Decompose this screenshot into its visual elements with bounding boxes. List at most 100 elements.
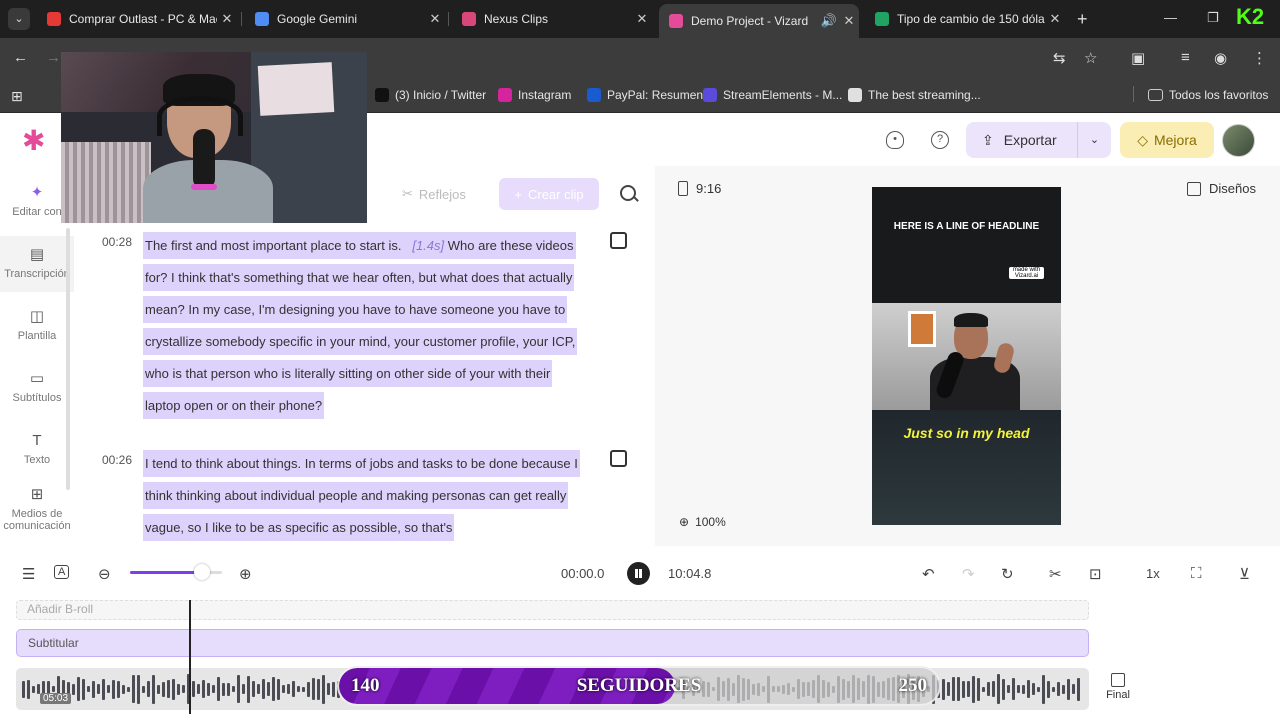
translate-icon[interactable]: ⇆ [1053,49,1066,67]
sidebar-item-subtitles[interactable]: ▭ Subtítulos [0,370,74,414]
playback-speed[interactable]: 1x [1146,566,1160,581]
close-icon[interactable]: ✕ [425,11,445,27]
video-subtitle[interactable]: Just so in my head [872,425,1061,441]
minimize-icon[interactable]: — [1164,10,1177,25]
browser-tab[interactable]: Nexus Clips ✕ [452,4,652,34]
pause-button[interactable] [627,562,650,585]
search-icon[interactable] [620,185,636,201]
sidebar-item-template[interactable]: ◫ Plantilla [0,308,74,352]
video-headline[interactable]: HERE IS A LINE OF HEADLINE [872,221,1061,232]
bookmark-item[interactable]: Instagram [498,88,571,102]
close-icon[interactable]: ✕ [839,13,859,29]
new-tab-button[interactable]: + [1077,9,1088,30]
waveform-bar [247,675,250,703]
waveform-bar [207,682,210,696]
help-icon[interactable]: ? [931,131,949,149]
scissors-icon: ✂ [402,186,413,201]
media-control-icon[interactable]: ≡ [1181,49,1190,66]
template-icon: ◫ [29,308,45,325]
waveform-bar [102,678,105,700]
timeline-zoom-handle[interactable] [193,564,210,580]
extensions-icon[interactable]: ▣ [1131,49,1145,67]
broll-track[interactable]: Añadir B-roll [16,600,1089,620]
close-icon[interactable]: ✕ [217,11,237,27]
all-bookmarks-link[interactable]: Todos los favoritos [1148,88,1268,102]
waveform-bar [942,678,945,700]
reset-icon[interactable]: ↻ [1001,565,1014,583]
apps-grid-icon[interactable]: ⊞ [11,88,23,105]
waveform-bar [1067,678,1070,700]
waveform-bar [257,684,260,694]
browser-tab[interactable]: Demo Project - Vizard 🔊 ✕ [659,4,859,38]
vizard-logo-icon[interactable]: ✱ [22,126,52,156]
final-button[interactable]: Final [1100,673,1136,701]
bookmark-favicon-icon [703,88,717,102]
waveform-bar [1052,686,1055,692]
designs-button[interactable]: Diseños [1187,181,1256,196]
back-arrow-icon[interactable]: ← [13,49,28,66]
subtitle-track[interactable]: Subtitular [16,629,1089,657]
zoom-in-icon[interactable]: ⊕ [239,565,252,583]
waveform-bar [182,685,185,693]
sidebar-item-text[interactable]: T Texto [0,432,74,476]
waveform-bar [172,678,175,700]
forward-arrow-icon[interactable]: → [46,49,61,66]
webcam-poster [257,62,335,116]
tab-audio-icon[interactable]: 🔊 [819,13,839,29]
waveform-bar [107,685,110,693]
user-avatar[interactable] [1222,124,1255,157]
chevron-down-icon[interactable]: ⌄ [1077,122,1111,158]
profile-icon[interactable]: ◉ [1214,49,1227,67]
undo-icon[interactable]: ↶ [922,565,935,583]
waveform-bar [192,681,195,697]
restore-icon[interactable]: ❐ [1207,10,1219,26]
browser-tab[interactable]: Comprar Outlast - PC & Mac ✕ [37,4,237,34]
transcript-segment[interactable]: I tend to think about things. In terms o… [143,448,588,544]
bookmark-item[interactable]: (3) Inicio / Twitter [375,88,486,102]
video-preview[interactable]: HERE IS A LINE OF HEADLINE made with Viz… [872,187,1061,525]
redo-icon[interactable]: ↷ [962,565,975,583]
sidebar-item-transcript[interactable]: ▤ Transcripción [0,236,74,292]
zoom-out-icon[interactable]: ⊖ [98,565,111,583]
microphone-light [191,184,217,190]
segment-checkbox[interactable] [610,232,627,249]
auto-caption-icon[interactable]: A [54,565,70,579]
subtitles-icon: ▭ [29,370,45,387]
align-icon[interactable]: ☰ [22,565,35,583]
fullscreen-icon[interactable]: ⛶ [1191,565,1202,582]
create-clip-button[interactable]: + Crear clip [499,178,599,210]
highlights-button[interactable]: ✂ Reflejos [390,182,486,206]
bookmark-item[interactable]: The best streaming... [848,88,981,102]
waveform-bar [982,686,985,692]
reframe-icon[interactable]: ⊡ [1089,565,1102,583]
speaker-hair [954,313,988,327]
upgrade-button[interactable]: ◇ Mejora [1120,122,1214,158]
sidebar-item-media[interactable]: ⊞ Medios de comunicación [0,486,74,542]
close-icon[interactable]: ✕ [632,11,652,27]
waveform-bar [957,677,960,701]
tab-search-button[interactable]: ⌄ [8,8,30,30]
waveform-bar [1032,683,1035,695]
tab-title: Comprar Outlast - PC & Mac [69,12,217,26]
playhead[interactable] [189,600,191,714]
sidebar-scrollbar[interactable] [66,228,70,490]
tab-separator [448,12,449,26]
bookmark-item[interactable]: PayPal: Resumen [587,88,703,102]
segment-checkbox[interactable] [610,450,627,467]
browser-tab[interactable]: Google Gemini ✕ [245,4,445,34]
bookmark-item[interactable]: StreamElements - M... [703,88,842,102]
transcript-segment[interactable]: The first and most important place to st… [143,230,588,422]
tab-favicon-icon [255,12,269,26]
close-icon[interactable]: ✕ [1045,11,1065,27]
lightbulb-icon[interactable]: • [886,131,904,149]
browser-tab[interactable]: Tipo de cambio de 150 dólares ✕ [865,4,1065,34]
browser-menu-icon[interactable]: ⋮ [1252,49,1267,67]
aspect-ratio-button[interactable]: 9:16 [678,181,721,196]
collapse-timeline-icon[interactable]: ⊻ [1239,565,1250,583]
export-button[interactable]: ⇪ Exportar ⌄ [966,122,1111,158]
star-icon[interactable]: ☆ [1084,49,1097,67]
total-time: 10:04.8 [668,566,712,581]
left-sidebar: ✦ Editar con ▤ Transcripción ◫ Plantilla… [0,166,74,546]
split-icon[interactable]: ✂ [1049,565,1062,583]
preview-zoom[interactable]: ⊕ 100% [679,515,726,529]
